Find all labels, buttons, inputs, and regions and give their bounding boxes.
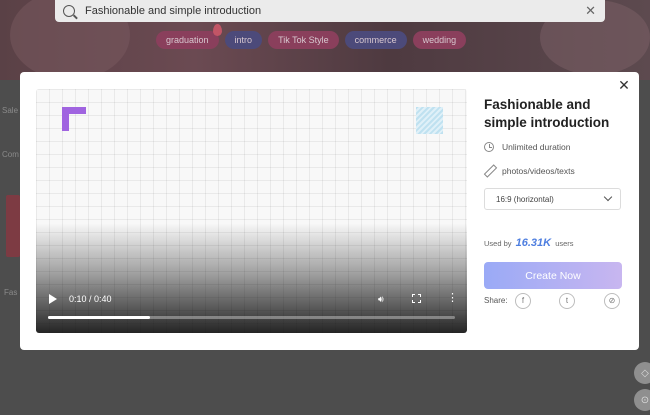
search-bar[interactable]: Fashionable and simple introduction ✕ <box>55 0 605 22</box>
share-label: Share: <box>484 296 508 305</box>
mouse-cursor-icon <box>213 24 222 36</box>
striped-square-decoration <box>416 107 443 134</box>
usage-number: 16.31K <box>515 237 552 249</box>
video-progress-fill <box>48 316 150 319</box>
volume-icon[interactable]: 🔊︎ <box>378 294 388 304</box>
search-icon <box>63 5 75 17</box>
usage-suffix: users <box>555 239 574 248</box>
chevron-down-icon <box>603 192 613 202</box>
tag-chip[interactable]: intro <box>224 31 263 49</box>
share-row: Share: f t ⊘ <box>484 292 624 309</box>
tag-chip[interactable]: wedding <box>412 31 467 49</box>
video-time: 0:10 / 0:40 <box>69 294 112 304</box>
clear-search-icon[interactable]: ✕ <box>585 3 596 19</box>
tag-chip[interactable]: graduation <box>156 31 219 49</box>
close-modal-button[interactable]: ✕ <box>617 78 631 92</box>
aspect-ratio-value: 16:9 (horizontal) <box>496 194 554 204</box>
more-options-icon[interactable]: ⋮ <box>447 292 458 304</box>
tag-list: graduation intro Tik Tok Style commerce wedd… <box>156 31 467 49</box>
fullscreen-icon[interactable] <box>412 294 421 303</box>
clock-icon <box>484 142 494 152</box>
twitter-icon[interactable]: t <box>559 292 575 309</box>
corner-bracket-decoration <box>62 107 86 131</box>
usage-count: Used by 16.31K users <box>484 237 574 249</box>
search-input[interactable]: Fashionable and simple introduction <box>85 5 585 17</box>
feature-duration: Unlimited duration <box>484 142 571 152</box>
floating-action-icon[interactable]: ◇ <box>634 362 650 384</box>
tag-chip[interactable]: commerce <box>344 31 407 49</box>
usage-prefix: Used by <box>484 239 512 248</box>
create-now-button[interactable]: Create Now <box>484 262 622 289</box>
aspect-ratio-select[interactable]: 16:9 (horizontal) <box>484 188 621 210</box>
feature-media-label: photos/videos/texts <box>502 165 575 176</box>
feature-duration-label: Unlimited duration <box>502 142 571 152</box>
background-text: Sale <box>2 106 19 115</box>
play-icon[interactable] <box>49 294 57 304</box>
tag-chip[interactable]: Tik Tok Style <box>268 31 339 49</box>
feature-media: photos/videos/texts <box>484 165 575 176</box>
pencil-icon <box>484 165 495 176</box>
template-title: Fashionable and simple introduction <box>484 97 610 130</box>
background-text: Com <box>2 150 19 159</box>
background-text: Fas <box>4 288 18 297</box>
link-icon[interactable]: ⊘ <box>604 292 620 309</box>
background-template-card <box>6 195 20 257</box>
video-progress-bar[interactable] <box>48 316 455 319</box>
video-preview[interactable]: 0:10 / 0:40 🔊︎ ⋮ <box>36 89 467 333</box>
facebook-icon[interactable]: f <box>515 292 531 309</box>
template-preview-modal: ✕ 0:10 / 0:40 🔊︎ ⋮ Fashionable and simpl… <box>20 72 639 350</box>
floating-action-icon[interactable]: ⊙ <box>634 389 650 411</box>
